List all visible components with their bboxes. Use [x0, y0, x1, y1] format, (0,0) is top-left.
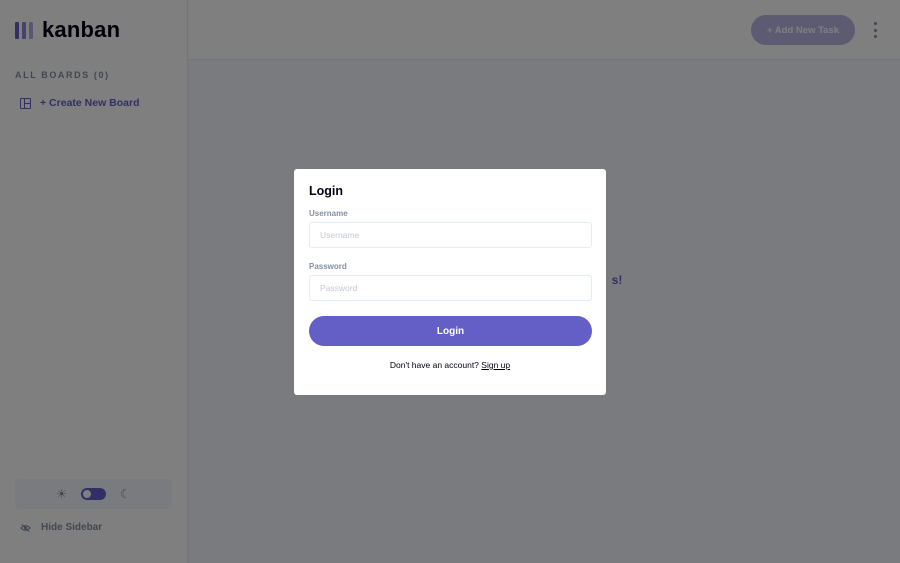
modal-title: Login: [309, 184, 344, 198]
login-button[interactable]: Login: [309, 316, 592, 346]
signup-link[interactable]: Sign up: [481, 360, 510, 370]
signup-prompt: Don't have an account?: [389, 360, 479, 370]
username-input[interactable]: [309, 222, 592, 248]
username-label: Username: [309, 209, 348, 218]
password-label: Password: [309, 262, 347, 271]
login-modal: Login Username Password Login Don't have…: [294, 169, 606, 395]
signup-line: Don't have an account? Sign up: [309, 360, 591, 370]
password-input[interactable]: [309, 275, 592, 301]
